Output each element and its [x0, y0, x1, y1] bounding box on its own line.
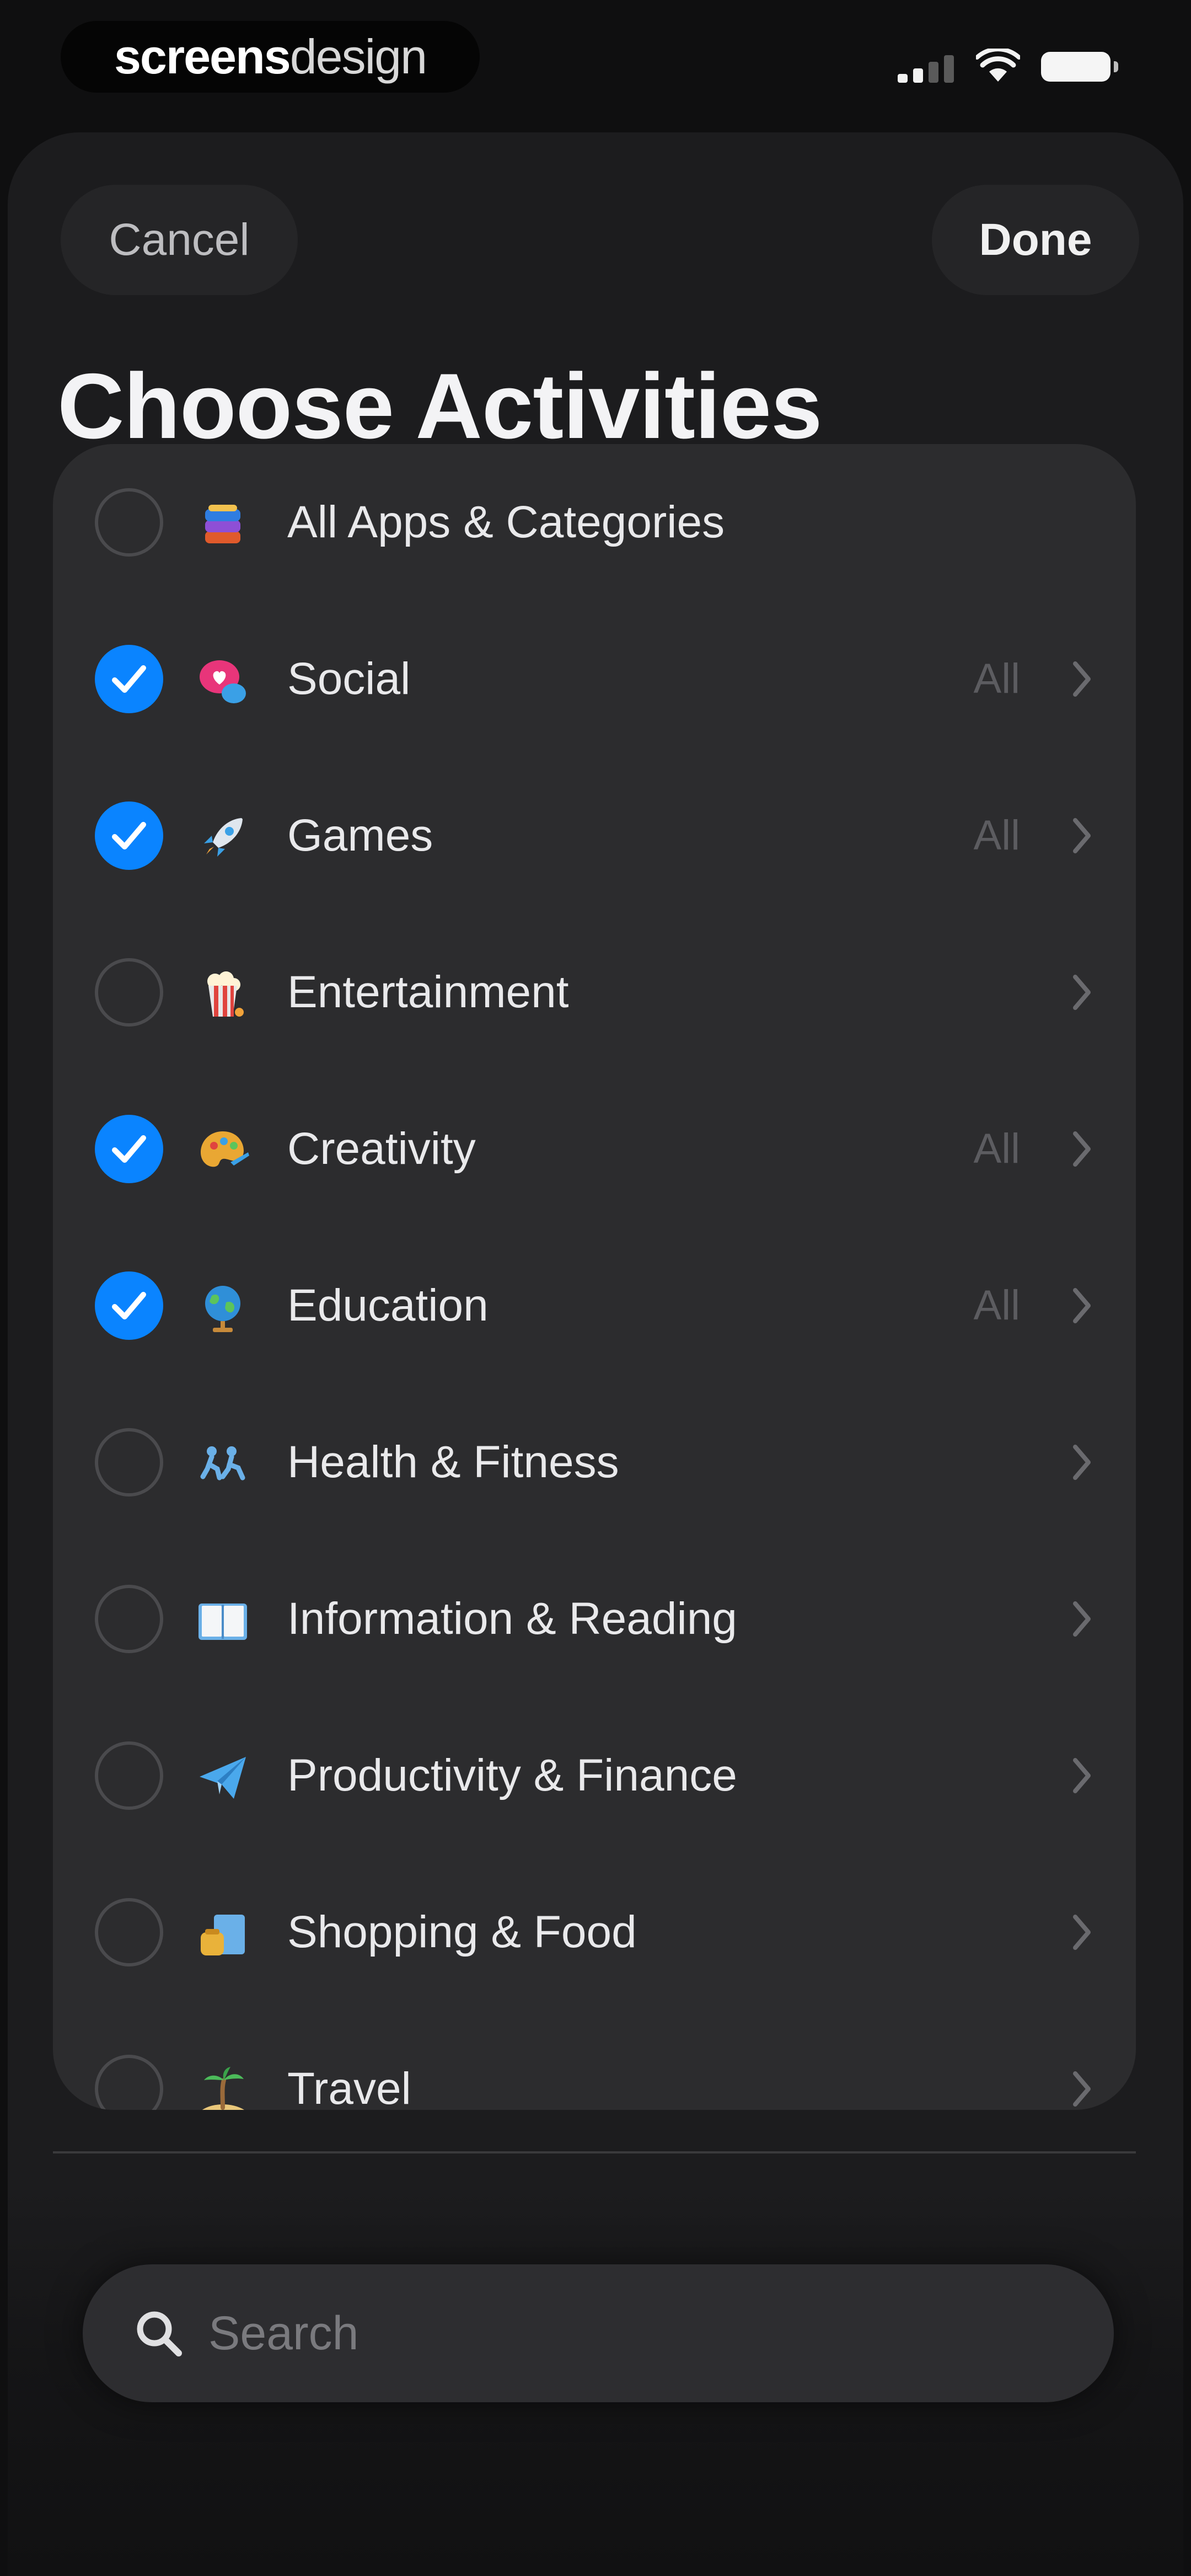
checkbox-unchecked[interactable] — [95, 1898, 163, 1966]
category-detail: All — [973, 655, 1020, 702]
checkmark-icon — [112, 665, 146, 693]
cellular-signal-icon — [898, 50, 958, 83]
checkbox-checked[interactable] — [95, 1271, 163, 1340]
stack-icon — [205, 505, 240, 543]
checkbox-unchecked[interactable] — [95, 1585, 163, 1653]
category-row-all-apps[interactable]: All Apps & Categories — [53, 444, 1136, 601]
book-icon — [198, 1604, 247, 1640]
checkmark-icon — [112, 1135, 146, 1163]
shopping-bag-icon — [201, 1915, 245, 1955]
category-label: Productivity & Finance — [287, 1750, 737, 1800]
category-row-productivity-finance[interactable]: Productivity & Finance — [53, 1697, 1136, 1854]
category-row-information-reading[interactable]: Information & Reading — [53, 1541, 1136, 1697]
checkbox-unchecked[interactable] — [95, 1741, 163, 1810]
list-divider — [53, 2151, 1136, 2153]
category-row-travel[interactable]: Travel — [53, 2011, 1136, 2110]
popcorn-icon — [207, 971, 244, 1017]
checkbox-unchecked[interactable] — [95, 488, 163, 557]
category-label: Information & Reading — [287, 1594, 737, 1644]
category-label: Education — [287, 1280, 489, 1330]
chevron-right-icon — [1073, 975, 1091, 1010]
category-row-entertainment[interactable]: Entertainment — [53, 914, 1136, 1071]
rocket-icon — [204, 818, 243, 857]
globe-icon — [205, 1286, 240, 1332]
checkbox-checked[interactable] — [95, 645, 163, 713]
chevron-right-icon — [1073, 2071, 1091, 2107]
chevron-right-icon — [1073, 1288, 1091, 1323]
brand-logo-bold: screens — [114, 29, 291, 84]
done-button[interactable]: Done — [932, 185, 1139, 295]
cancel-button[interactable]: Cancel — [61, 185, 298, 295]
category-label: Social — [287, 654, 411, 704]
chevron-right-icon — [1073, 661, 1091, 697]
checkbox-checked[interactable] — [95, 801, 163, 870]
speech-bubble-heart-icon — [200, 660, 246, 703]
category-row-social[interactable]: Social All — [53, 601, 1136, 757]
category-label: Travel — [287, 2064, 411, 2110]
chevron-right-icon — [1073, 1915, 1091, 1950]
checkbox-unchecked[interactable] — [95, 2055, 163, 2110]
category-row-creativity[interactable]: Creativity All — [53, 1071, 1136, 1227]
category-label: Creativity — [287, 1124, 476, 1174]
search-input[interactable]: Search — [208, 2264, 359, 2402]
palm-tree-icon — [202, 2067, 244, 2110]
battery-icon — [1041, 52, 1118, 82]
chevron-right-icon — [1073, 1131, 1091, 1167]
palette-icon — [201, 1131, 249, 1167]
category-label: Games — [287, 810, 433, 861]
category-detail: All — [973, 1125, 1020, 1172]
checkmark-icon — [112, 1292, 146, 1319]
chevron-right-icon — [1073, 1601, 1091, 1637]
category-label: All Apps & Categories — [287, 497, 725, 547]
category-label: Shopping & Food — [287, 1907, 637, 1957]
checkmark-icon — [112, 822, 146, 849]
category-row-education[interactable]: Education All — [53, 1227, 1136, 1384]
brand-logo-light: design — [289, 29, 427, 84]
category-detail: All — [973, 1282, 1020, 1329]
brand-logo: screens design — [61, 21, 480, 93]
checkbox-unchecked[interactable] — [95, 958, 163, 1027]
category-list: All Apps & Categories Social All Games A… — [53, 444, 1136, 2110]
chevron-right-icon — [1073, 818, 1091, 853]
category-label: Health & Fitness — [287, 1437, 619, 1487]
category-label: Entertainment — [287, 967, 569, 1017]
search-field[interactable]: Search — [83, 2264, 1114, 2402]
runners-icon — [200, 1446, 245, 1481]
chevron-right-icon — [1073, 1445, 1091, 1480]
status-bar: screens design — [0, 0, 1191, 127]
checkbox-checked[interactable] — [95, 1115, 163, 1183]
wifi-icon — [976, 49, 1020, 82]
chevron-right-icon — [1073, 1758, 1091, 1793]
category-row-games[interactable]: Games All — [53, 757, 1136, 914]
category-row-health-fitness[interactable]: Health & Fitness — [53, 1384, 1136, 1541]
category-row-shopping-food[interactable]: Shopping & Food — [53, 1854, 1136, 2011]
category-detail: All — [973, 812, 1020, 859]
search-icon — [137, 2311, 182, 2356]
checkbox-unchecked[interactable] — [95, 1428, 163, 1497]
paper-plane-icon — [200, 1757, 246, 1799]
